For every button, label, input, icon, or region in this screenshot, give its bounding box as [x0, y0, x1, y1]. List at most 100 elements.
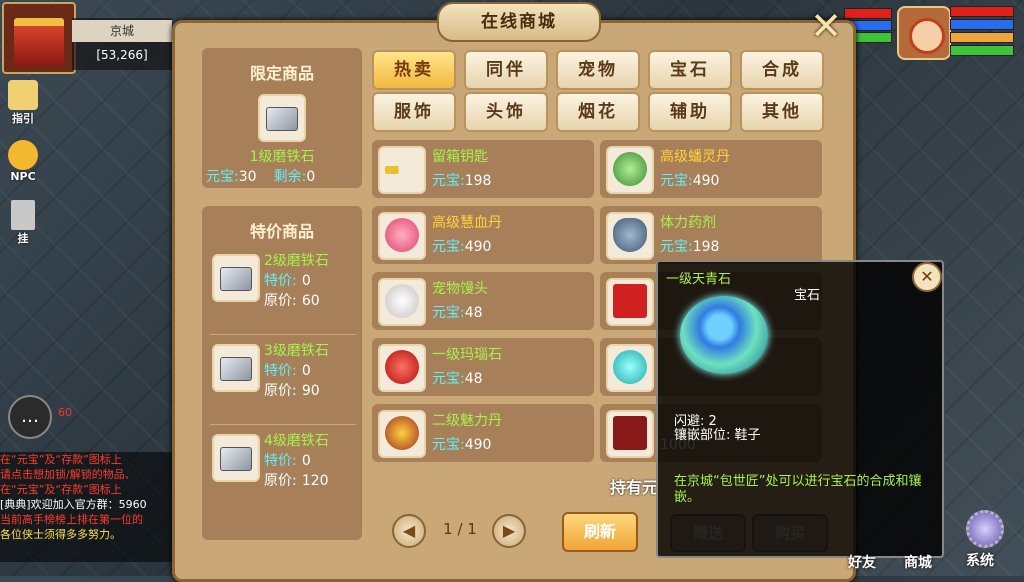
product-price: 元宝:48 — [432, 305, 483, 321]
product-icon — [378, 278, 426, 326]
refresh-button[interactable]: 刷新 — [562, 512, 638, 552]
close-icon[interactable]: ✕ — [806, 6, 846, 46]
special-item-icon — [212, 254, 260, 302]
holding-label: 持有元 — [610, 478, 659, 497]
mall-button[interactable]: 商城 — [898, 520, 950, 572]
chat-line: 当前高手榜榜上排在第一位的 — [0, 513, 143, 526]
product-icon — [378, 212, 426, 260]
chat-line: [典典]欢迎加入官方群：5960 — [0, 498, 147, 511]
pet-hp-bar — [844, 8, 892, 19]
prev-page-icon[interactable]: ◀ — [392, 514, 426, 548]
limited-price: 30 — [238, 169, 257, 185]
special-item[interactable]: 2级磨铁石 特价: 0 原价: 60 — [210, 248, 356, 335]
key-icon — [385, 166, 419, 174]
location-name: 京城 — [72, 20, 172, 42]
product-card[interactable]: 体力药剂 元宝:198 — [600, 206, 822, 264]
tab-fireworks[interactable]: 烟花 — [556, 92, 640, 132]
player-mp-bar — [950, 19, 1014, 30]
product-name: 留箱钥匙 — [432, 149, 488, 165]
limited-item-name: 1级磨铁石 — [249, 149, 315, 165]
currency-label: 元宝: — [206, 169, 239, 185]
product-icon — [606, 410, 654, 458]
special-sale: 特价: 0 — [264, 453, 311, 469]
tab-pet[interactable]: 宠物 — [556, 50, 640, 90]
tab-support[interactable]: 辅助 — [648, 92, 732, 132]
whetstone-icon — [220, 447, 252, 471]
tooltip-item-name: 一级天青石 — [666, 272, 732, 287]
sky-stone-icon — [613, 350, 647, 384]
product-price: 元宝:48 — [432, 371, 483, 387]
product-card[interactable]: 留箱钥匙 元宝:198 — [372, 140, 594, 198]
player-status-bars — [950, 6, 1014, 56]
limited-title: 限定商品 — [249, 64, 314, 83]
product-name: 高级蟠灵丹 — [660, 149, 730, 165]
product-card[interactable]: 高级蟠灵丹 元宝:490 — [600, 140, 822, 198]
firecracker-icon — [613, 284, 647, 318]
tab-hot[interactable]: 热卖 — [372, 50, 456, 90]
tooltip-description: 在京城“包世匠”处可以进行宝石的合成和镶嵌。 — [674, 474, 922, 505]
product-name: 体力药剂 — [660, 215, 716, 231]
product-price: 元宝:490 — [660, 173, 720, 189]
whetstone-icon — [266, 107, 298, 131]
auto-button[interactable]: 挂 — [4, 200, 42, 248]
friends-label: 好友 — [848, 555, 876, 571]
product-icon — [606, 212, 654, 260]
limited-remain: 0 — [306, 169, 316, 185]
tab-compose[interactable]: 合成 — [740, 50, 824, 90]
potion-icon — [613, 218, 647, 252]
product-name: 二级魅力丹 — [432, 413, 502, 429]
special-item-name: 4级磨铁石 — [264, 433, 329, 449]
player-avatar[interactable] — [897, 6, 951, 60]
city-avatar[interactable] — [2, 2, 76, 74]
tab-other[interactable]: 其他 — [740, 92, 824, 132]
speech-bubble-icon[interactable]: … — [8, 395, 52, 439]
product-card[interactable]: 宠物馒头 元宝:48 — [372, 272, 594, 330]
agate-icon — [385, 350, 419, 384]
special-item[interactable]: 3级磨铁石 特价: 0 原价: 90 — [210, 338, 356, 425]
tab-clothing[interactable]: 服饰 — [372, 92, 456, 132]
page-indicator: 1 / 1 — [443, 520, 477, 538]
product-card[interactable]: 一级玛瑙石 元宝:48 — [372, 338, 594, 396]
product-price: 元宝:198 — [660, 239, 720, 255]
npc-label: NPC — [10, 170, 36, 183]
product-price: 元宝:198 — [432, 173, 492, 189]
special-item[interactable]: 4级磨铁石 特价: 0 原价: 120 — [210, 428, 356, 514]
tab-gem[interactable]: 宝石 — [648, 50, 732, 90]
product-icon — [606, 146, 654, 194]
chat-log[interactable]: 在“元宝”及“存款”图标上 请点击想加锁/解锁的物品、 在“元宝”及“存款”图标… — [0, 452, 172, 562]
special-orig: 原价: 90 — [264, 383, 320, 399]
special-item-icon — [212, 344, 260, 392]
pager: ◀ 1 / 1 ▶ — [390, 512, 530, 548]
chat-line: 请点击想加锁/解锁的物品、 — [0, 468, 136, 481]
tooltip-slot: 镶嵌部位: 鞋子 — [674, 428, 761, 443]
location-coords: [53,266] — [96, 48, 148, 62]
product-name: 高级慧血丹 — [432, 215, 502, 231]
limited-item-prices: 元宝:30 剩余:0 — [206, 166, 362, 186]
limited-section: 限定商品 1级磨铁石 元宝:30 剩余:0 — [202, 48, 362, 188]
product-card[interactable]: 二级魅力丹 元宝:490 — [372, 404, 594, 462]
book-icon — [8, 80, 38, 110]
tab-headwear[interactable]: 头饰 — [464, 92, 548, 132]
guide-label: 指引 — [12, 112, 34, 125]
special-orig: 原价: 60 — [264, 293, 320, 309]
special-section: 特价商品 2级磨铁石 特价: 0 原价: 60 3级磨铁石 特价: 0 原价: … — [202, 206, 362, 540]
product-icon — [606, 278, 654, 326]
npc-button[interactable]: NPC — [4, 140, 42, 188]
guide-button[interactable]: 指引 — [4, 80, 42, 128]
special-item-name: 2级磨铁石 — [264, 253, 329, 269]
special-item-name: 3级磨铁石 — [264, 343, 329, 359]
whetstone-icon — [220, 267, 252, 291]
next-page-icon[interactable]: ▶ — [492, 514, 526, 548]
product-card[interactable]: 高级慧血丹 元宝:490 — [372, 206, 594, 264]
npc-icon — [8, 140, 38, 170]
friends-button[interactable]: 好友 — [842, 520, 894, 572]
tab-companion[interactable]: 同伴 — [464, 50, 548, 90]
product-icon — [606, 344, 654, 392]
limited-item-icon[interactable] — [258, 94, 306, 142]
close-icon[interactable]: ✕ — [912, 262, 942, 292]
chat-line: 在“元宝”及“存款”图标上 — [0, 483, 122, 496]
system-button[interactable]: 系统 — [956, 508, 1008, 569]
product-price: 元宝:490 — [432, 437, 492, 453]
tooltip-item-type: 宝石 — [794, 288, 821, 303]
product-icon — [378, 146, 426, 194]
